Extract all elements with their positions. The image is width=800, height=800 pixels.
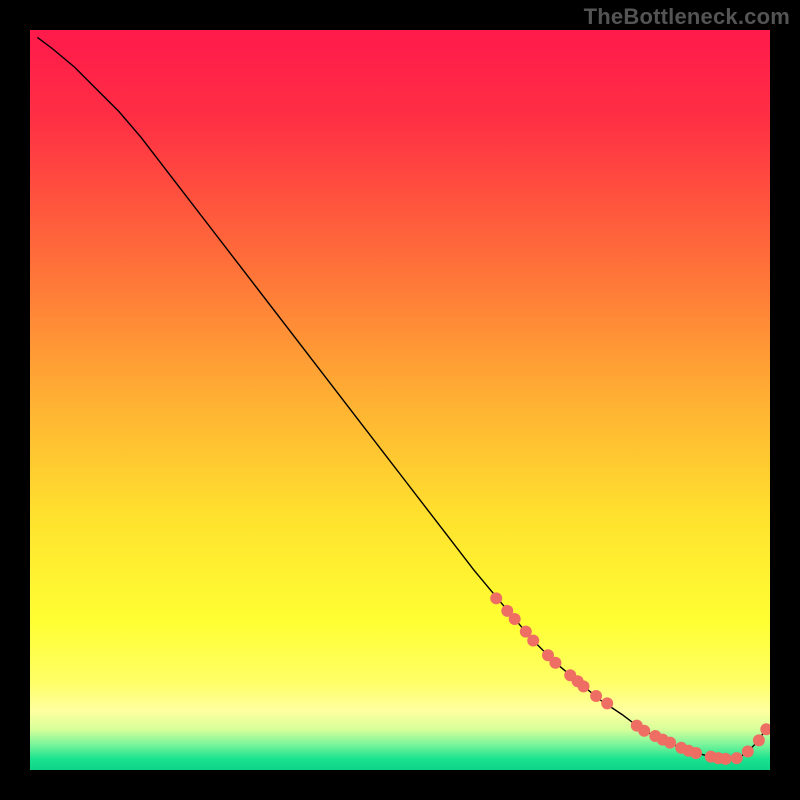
data-marker xyxy=(742,746,754,758)
data-marker xyxy=(720,753,732,765)
data-marker xyxy=(731,752,743,764)
chart-frame: TheBottleneck.com xyxy=(0,0,800,800)
gradient-background xyxy=(30,30,770,770)
data-marker xyxy=(490,592,502,604)
data-marker xyxy=(590,690,602,702)
plot-area xyxy=(30,30,770,770)
data-marker xyxy=(549,657,561,669)
data-marker xyxy=(578,680,590,692)
data-marker xyxy=(638,725,650,737)
data-marker xyxy=(753,734,765,746)
data-marker xyxy=(509,613,521,625)
watermark-text: TheBottleneck.com xyxy=(584,4,790,30)
data-marker xyxy=(601,697,613,709)
data-marker xyxy=(690,747,702,759)
data-marker xyxy=(664,737,676,749)
data-marker xyxy=(527,635,539,647)
